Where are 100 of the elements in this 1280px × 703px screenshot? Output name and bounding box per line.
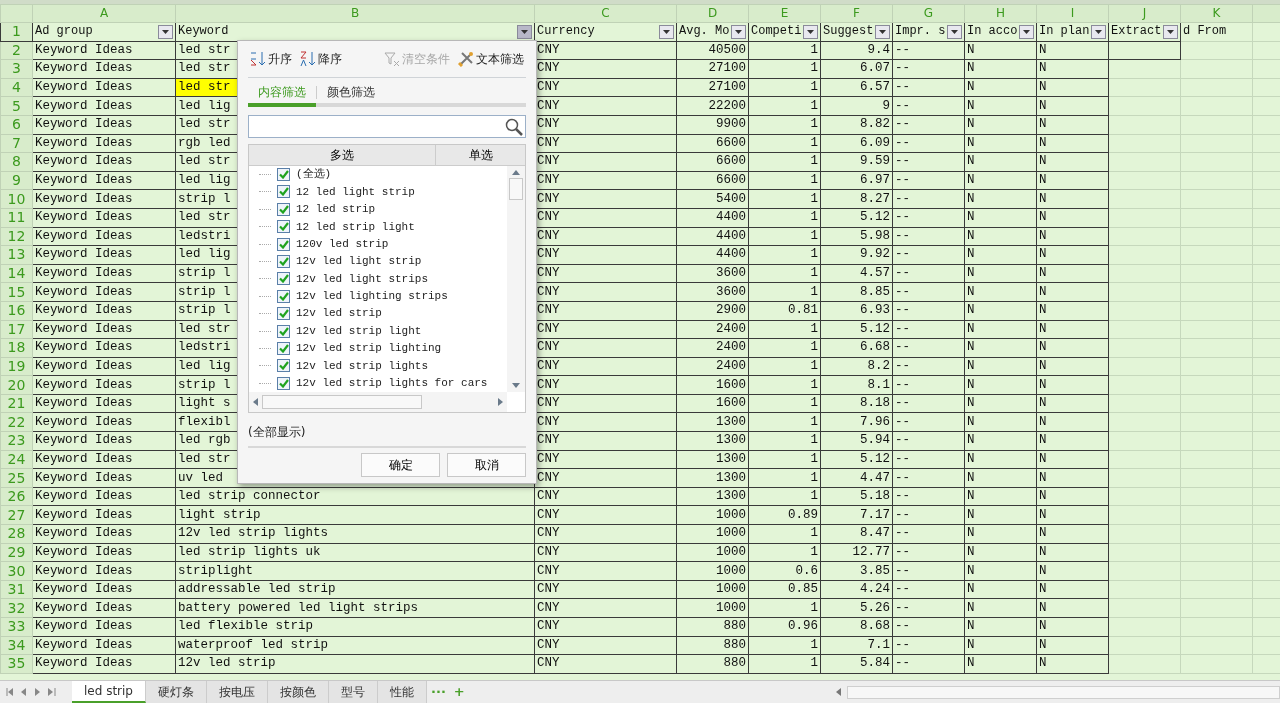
column-letter: F [820,4,893,23]
filter-option[interactable]: 12v led strip lights [296,357,429,375]
mode-tab[interactable]: 单选 [435,144,525,165]
dropdown-icon [735,29,742,34]
search-icon [505,117,523,136]
header-cell: Keyword [178,24,229,40]
search-field[interactable] [248,115,526,138]
dropdown-icon [1095,29,1102,34]
sheet-tab[interactable]: 型号 [329,681,378,703]
sort-descending-icon [300,50,316,67]
sort-ascending-icon [250,50,266,67]
column-letter: K [1180,4,1253,23]
ok-button[interactable]: 确定 [361,453,440,477]
scroll-track[interactable] [847,685,1280,699]
header-cell: Extract [1111,24,1162,40]
filter-button[interactable] [1091,24,1106,39]
header-cell: d From [1183,24,1227,39]
filter-option[interactable]: 12v led strip [296,305,382,322]
check-icon [278,291,289,301]
filter-button[interactable] [1163,24,1178,39]
checkbox[interactable] [277,185,290,199]
checkbox[interactable] [277,289,290,303]
column-letter: E [748,4,821,23]
check-icon [278,361,289,371]
scroll-up-icon [512,169,520,175]
dropdown-icon [1167,29,1174,34]
filter-button[interactable] [731,24,746,39]
checkbox[interactable] [277,376,290,390]
clear-filter-icon [384,50,400,67]
filter-option[interactable]: 12v led strip light [296,322,422,340]
checkbox[interactable] [277,255,290,269]
sheet-tab[interactable]: 性能 [378,681,427,703]
checkbox[interactable] [277,359,290,373]
check-icon [278,257,289,267]
check-icon [278,309,289,319]
column-letter: D [676,4,749,23]
check-icon [278,344,289,353]
filter-button[interactable] [947,24,962,39]
header-cell: Ad group [35,24,93,40]
filter-option[interactable]: 12v led strip lighting [296,340,442,357]
checkbox[interactable] [277,237,290,251]
check-icon [278,274,289,284]
check-icon [278,187,289,197]
dropdown-icon [951,29,958,34]
header-cell: In acco [967,24,1018,40]
check-icon [278,239,289,249]
cancel-button[interactable]: 取消 [447,453,526,477]
checkbox[interactable] [277,324,290,338]
scroll-left-icon [253,398,258,406]
scroll-thumb[interactable] [262,395,422,409]
checkbox[interactable] [277,202,290,216]
horizontal-scrollbar[interactable] [249,392,507,412]
previous-sheet-icon [20,688,28,696]
dropdown-icon [162,29,169,34]
column-letter: C [534,4,677,23]
first-sheet-icon [6,688,14,696]
dropdown-icon [807,29,814,34]
filter-button[interactable] [803,24,818,39]
checkbox[interactable] [277,272,290,286]
dropdown-icon [521,29,528,34]
filter-button[interactable] [517,24,532,39]
scroll-left-icon [836,688,841,696]
filter-tab[interactable]: 内容筛选 [248,81,316,108]
dropdown-icon [879,29,886,34]
checkbox[interactable] [277,307,290,321]
check-icon [278,170,289,180]
next-sheet-icon [34,688,42,696]
filter-option[interactable]: 12v led strip lights for cars [296,375,488,392]
sheet-tab[interactable]: led strip [72,681,146,703]
header-cell: Impr. s [895,24,946,40]
check-icon [278,204,289,214]
filter-button[interactable] [875,24,890,39]
column-letter: J [1108,4,1181,23]
header-cell: Suggest [823,24,874,40]
check-icon [278,222,289,232]
tools-icon [458,50,474,67]
scroll-down-icon [512,383,520,388]
filter-button[interactable] [659,24,674,39]
header-cell: Currency [537,24,595,40]
column-letter: A [32,4,176,23]
header-cell: Competi [751,24,802,40]
dropdown-icon [1023,29,1030,34]
sheet-tab[interactable]: 按电压 [207,681,268,703]
column-letter: G [892,4,965,23]
filter-button[interactable] [1019,24,1034,39]
scroll-right-icon [498,398,503,406]
checkbox[interactable] [277,342,290,355]
check-icon [278,326,289,336]
column-letter: B [175,4,535,23]
dropdown-icon [663,29,670,34]
header-cell: Avg. Mo [679,24,730,40]
vertical-scrollbar[interactable] [507,165,525,392]
header-cell: In plan [1039,24,1090,40]
scroll-thumb[interactable] [509,177,523,200]
column-letter: I [1036,4,1109,23]
sheet-tab[interactable]: 按颜色 [268,681,329,703]
checkbox[interactable] [277,220,290,234]
checkbox[interactable] [277,168,290,182]
filter-button[interactable] [158,24,173,39]
sheet-tab[interactable]: 硬灯条 [146,681,207,703]
